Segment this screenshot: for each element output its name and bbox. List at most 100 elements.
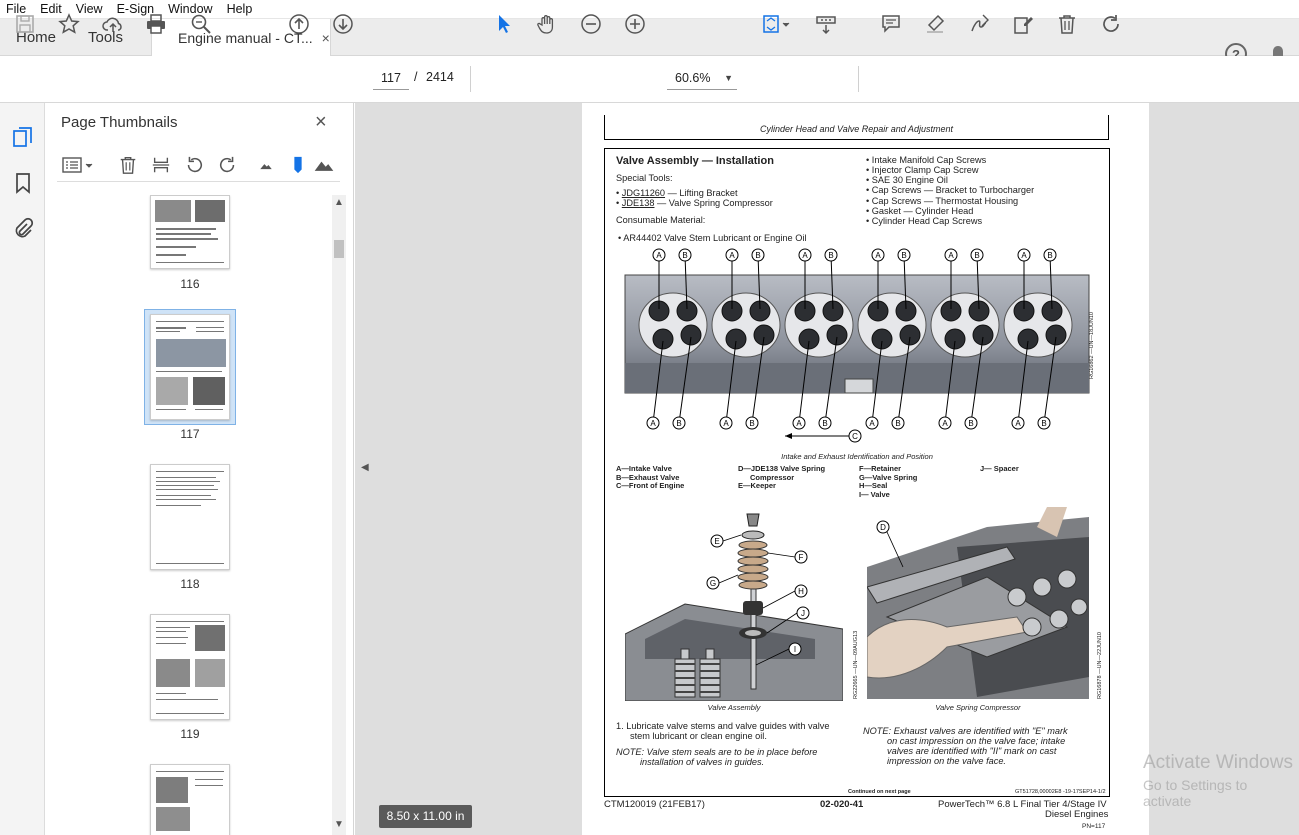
collapse-panel-icon[interactable]: ◀ — [361, 462, 369, 473]
scrollbar-thumb[interactable] — [334, 240, 344, 258]
legend-column: J— Spacer — [980, 464, 1019, 473]
continued-text: Continued on next page — [848, 789, 911, 795]
rotate-icon[interactable] — [1098, 11, 1124, 37]
valve-seat — [944, 328, 966, 350]
main-toolbar — [0, 56, 1299, 103]
thumbnail-label: 119 — [180, 727, 200, 741]
figure-caption: Valve Spring Compressor — [935, 703, 1021, 712]
zoom-level-select[interactable]: 60.6% ▼ — [667, 66, 737, 90]
thumbnail-toolbar — [57, 150, 340, 182]
valve-seat — [652, 328, 674, 350]
draw-sign-icon[interactable] — [966, 11, 992, 37]
callout-label: A — [1015, 419, 1021, 428]
extract-page-icon[interactable] — [150, 154, 172, 176]
thumbnail-small-icon[interactable] — [255, 154, 277, 176]
thumbnail-label: 117 — [180, 427, 200, 441]
bookmarks-icon[interactable] — [11, 171, 35, 195]
callout-label: A — [796, 419, 802, 428]
highlight-pen-icon[interactable] — [922, 11, 948, 37]
zoom-level-value: 60.6% — [675, 71, 711, 85]
valve-seat — [826, 324, 848, 346]
page-size-indicator: 8.50 x 11.00 in — [379, 805, 472, 828]
activation-watermark: Activate Windows — [1143, 752, 1293, 773]
legend-column: D—JDE138 Valve Spring Compressor E—Keeper — [738, 464, 826, 490]
callout-label: A — [1021, 251, 1027, 260]
tool-link[interactable]: JDG11260 — [622, 188, 665, 198]
attachments-paperclip-icon[interactable] — [11, 217, 35, 241]
valve-assembly-figure: E F G H J I — [625, 513, 843, 701]
svg-text:E: E — [714, 537, 719, 546]
callout-label: B — [822, 419, 827, 428]
callout-label: B — [749, 419, 754, 428]
callout-label: B — [1047, 251, 1052, 260]
callout-label: A — [942, 419, 948, 428]
bookmark-star-icon[interactable] — [56, 11, 82, 37]
parts-list-item: • Injector Clamp Cap Screw — [866, 165, 979, 175]
fit-page-icon[interactable] — [758, 11, 792, 37]
next-page-icon[interactable] — [330, 11, 356, 37]
find-zoom-icon[interactable] — [188, 11, 214, 37]
thumbnail-label: 116 — [180, 277, 200, 291]
close-panel-icon[interactable]: × — [315, 111, 327, 134]
valve-seat — [1017, 328, 1039, 350]
rotate-left-icon[interactable] — [183, 154, 205, 176]
delete-trash-icon[interactable] — [1054, 11, 1080, 37]
hand-tool-icon[interactable] — [534, 11, 560, 37]
page-thumbnails-icon[interactable] — [11, 125, 35, 149]
callout-label: B — [1041, 419, 1046, 428]
chevron-down-icon: ▼ — [724, 73, 733, 83]
page-thumbnails-panel: Page Thumbnails × 116 117 118 119 ▲ ▼ — [45, 103, 354, 835]
previous-page-icon[interactable] — [286, 11, 312, 37]
zoom-out-icon[interactable] — [578, 11, 604, 37]
thumbnail-page[interactable] — [150, 314, 230, 420]
rotate-right-icon[interactable] — [217, 154, 239, 176]
edit-pdf-icon[interactable] — [1010, 11, 1036, 37]
thumbnail-page[interactable] — [150, 614, 230, 720]
parts-list-item: • Cylinder Head Cap Screws — [866, 216, 983, 226]
thumbnail-scrollbar[interactable]: ▲ ▼ — [332, 195, 346, 835]
parts-list-item: • SAE 30 Engine Oil — [866, 175, 948, 185]
comment-icon[interactable] — [878, 11, 904, 37]
valve-seat — [871, 328, 893, 350]
valve-seat — [680, 324, 702, 346]
valve-seat — [1045, 324, 1067, 346]
callout-label: B — [828, 251, 833, 260]
thumbnail-size-slider[interactable] — [287, 154, 309, 176]
zoom-in-icon[interactable] — [622, 11, 648, 37]
callout-label: A — [802, 251, 808, 260]
figure-caption: Intake and Exhaust Identification and Po… — [781, 452, 933, 461]
scroll-mode-icon[interactable] — [813, 11, 839, 37]
valve-seat — [798, 328, 820, 350]
note-text: impression on the valve face. — [887, 756, 1006, 766]
upload-cloud-icon[interactable] — [100, 11, 126, 37]
tool-desc: — Valve Spring Compressor — [654, 198, 773, 208]
valve-port-group — [930, 292, 1000, 358]
consumable-label: Consumable Material: — [616, 215, 706, 225]
tab-close-icon[interactable]: × — [322, 30, 330, 46]
parts-list-item: • Intake Manifold Cap Screws — [866, 155, 987, 165]
callout-label: B — [682, 251, 687, 260]
thumbnail-page[interactable] — [150, 464, 230, 570]
page-number-input[interactable]: 117 — [373, 66, 409, 90]
panel-title: Page Thumbnails — [61, 114, 178, 131]
menu-help[interactable]: Help — [227, 2, 253, 16]
tool-item: • JDG11260 — Lifting Bracket — [616, 188, 738, 198]
print-icon[interactable] — [143, 11, 169, 37]
scroll-down-icon[interactable]: ▼ — [334, 819, 344, 830]
select-cursor-icon[interactable] — [491, 11, 517, 37]
note-text: NOTE: Exhaust valves are identified with… — [863, 726, 1068, 736]
thumbnail-list: 116 117 118 119 — [45, 195, 345, 835]
delete-page-icon[interactable] — [117, 154, 139, 176]
valve-port-group — [1003, 292, 1073, 358]
callout-label: A — [723, 419, 729, 428]
thumbnail-page[interactable] — [150, 195, 230, 269]
thumbnail-page[interactable] — [150, 764, 230, 835]
cylinder-head-figure: A B A B A B A B A B A B A B A B A B A B A B A B C — [624, 248, 1090, 443]
save-icon[interactable] — [12, 11, 38, 37]
tool-link[interactable]: JDE138 — [622, 198, 655, 208]
reference-code: GT51728,00002E8 -19-17SEP14-1/2 — [1015, 789, 1106, 795]
callout-label: B — [676, 419, 681, 428]
thumbnail-options-icon[interactable] — [61, 154, 95, 176]
scroll-up-icon[interactable]: ▲ — [334, 197, 344, 208]
thumbnail-large-icon[interactable] — [313, 154, 335, 176]
